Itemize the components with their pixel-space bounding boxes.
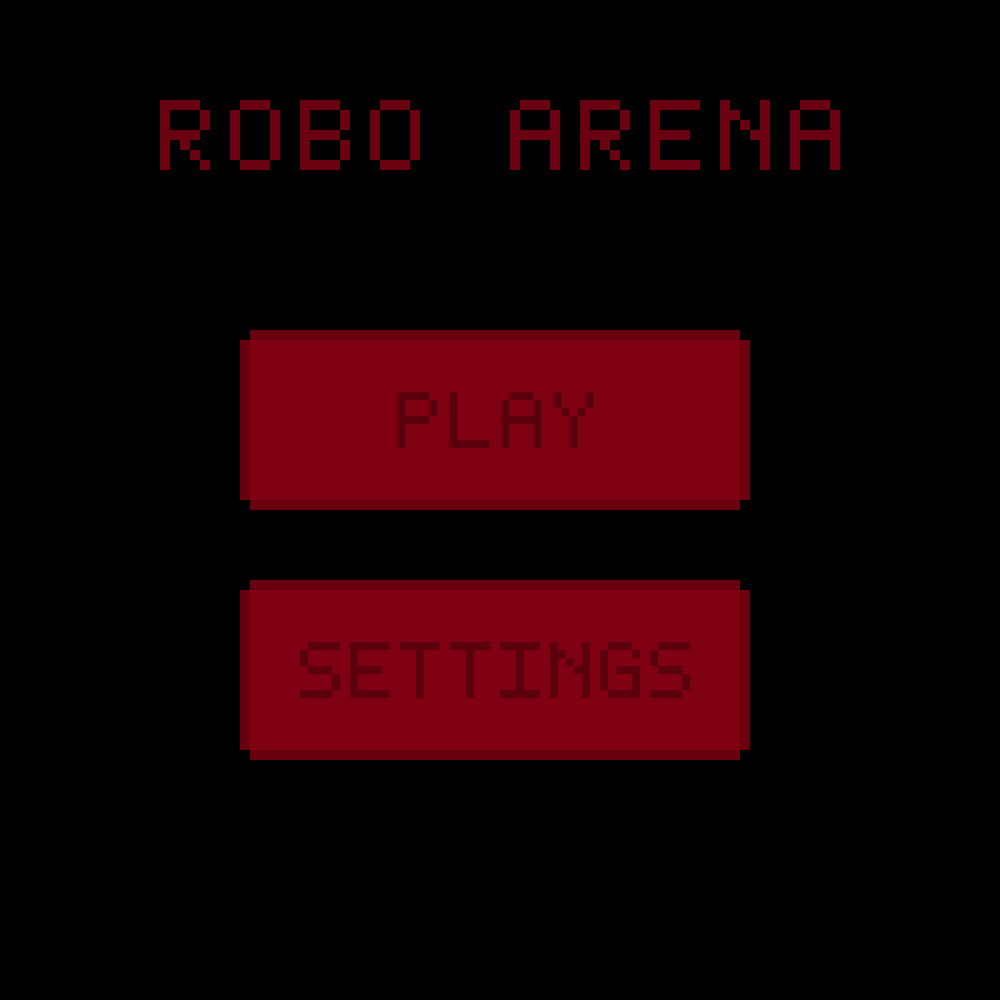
game-title-pixel-art <box>160 100 840 170</box>
title-glyph <box>720 100 770 170</box>
title-glyph <box>370 100 420 170</box>
play-label-glyph <box>501 392 541 448</box>
settings-label-glyph <box>450 642 490 698</box>
settings-label-glyph <box>650 642 690 698</box>
game-title: ROBO ARENA <box>0 80 1000 190</box>
title-glyph <box>650 100 700 170</box>
play-button[interactable]: PLAY <box>240 330 750 510</box>
settings-label-glyph <box>600 642 640 698</box>
play-label-glyph <box>397 392 437 448</box>
title-glyph <box>790 100 840 170</box>
play-label-glyph <box>553 392 593 448</box>
play-button-label-art <box>397 392 593 448</box>
title-glyph <box>580 100 630 170</box>
play-label-glyph <box>449 392 489 448</box>
settings-label-glyph <box>300 642 340 698</box>
title-glyph <box>230 100 280 170</box>
settings-label-glyph <box>500 642 540 698</box>
title-glyph <box>510 100 560 170</box>
main-menu-screen: ROBO ARENA PLAY SETTINGS <box>0 0 1000 1000</box>
settings-label-glyph <box>400 642 440 698</box>
settings-label-glyph <box>550 642 590 698</box>
title-glyph <box>160 100 210 170</box>
settings-label-glyph <box>350 642 390 698</box>
settings-button[interactable]: SETTINGS <box>240 580 750 760</box>
settings-button-label-art <box>300 642 690 698</box>
title-glyph <box>300 100 350 170</box>
